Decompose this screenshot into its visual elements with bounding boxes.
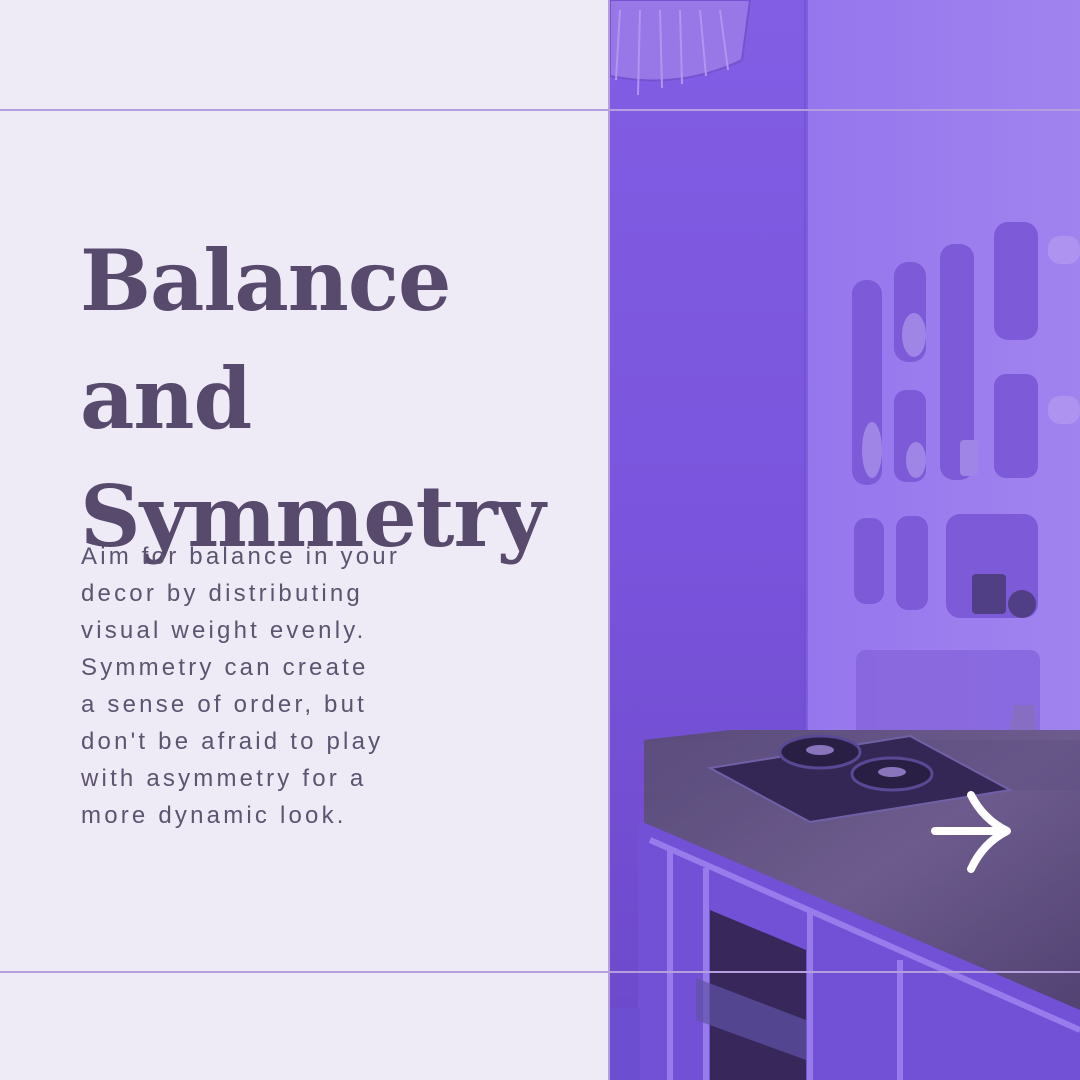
- arrow-right-icon: [931, 791, 1011, 873]
- body-line: Aim for balance in your: [81, 543, 401, 570]
- body-line: more dynamic look.: [81, 802, 347, 829]
- body-line: a sense of order, but: [81, 691, 368, 718]
- title-line: Balance and: [80, 231, 451, 448]
- page-title: Balance and Symmetry: [80, 222, 580, 576]
- description-text: Aim for balance in your decor by distrib…: [81, 538, 501, 834]
- body-line: decor by distributing: [81, 580, 363, 607]
- body-line: with asymmetry for a: [81, 765, 367, 792]
- kitchen-photo: [610, 0, 1080, 1080]
- next-button[interactable]: [925, 783, 1019, 877]
- vertical-guide-line: [608, 0, 610, 1080]
- top-guide-line: [0, 109, 1080, 111]
- body-line: visual weight evenly.: [81, 617, 367, 644]
- body-line: Symmetry can create: [81, 654, 369, 681]
- body-line: don't be afraid to play: [81, 728, 384, 755]
- bottom-guide-line: [0, 971, 1080, 973]
